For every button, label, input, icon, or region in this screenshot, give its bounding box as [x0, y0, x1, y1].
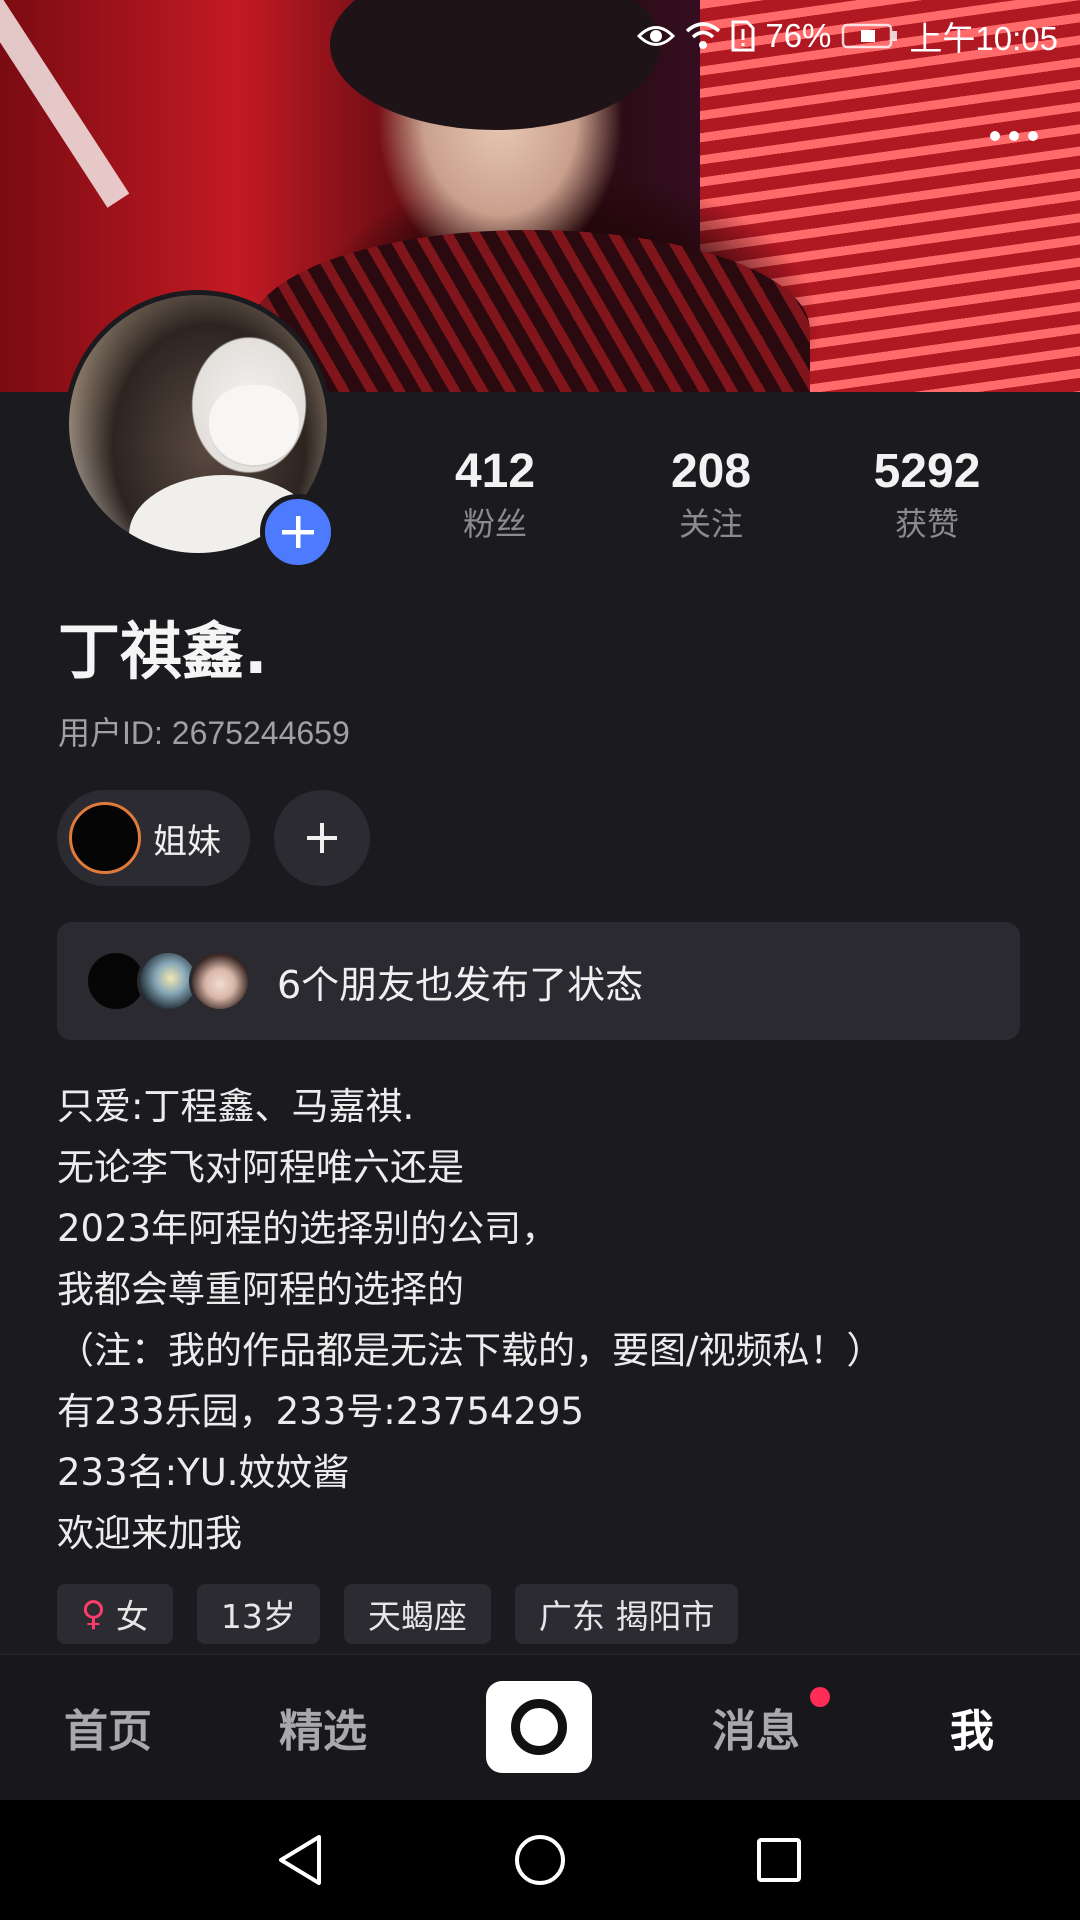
bottom-tab-bar: 首页 精选 消息 我	[0, 1654, 1080, 1800]
bio-line: 233名:YU.妏妏酱	[57, 1451, 350, 1494]
avatar-decoration	[209, 385, 299, 465]
stat-likes[interactable]: 5292 获赞	[827, 444, 1027, 544]
more-dot	[1028, 131, 1038, 141]
tab-home[interactable]: 首页	[64, 1695, 152, 1759]
stat-label: 关注	[678, 505, 743, 543]
bio-line: （注：我的作品都是无法下载的，要图/视频私！）	[57, 1329, 884, 1372]
sim-alert-icon	[731, 20, 755, 52]
back-button[interactable]	[268, 1828, 332, 1892]
camera-button[interactable]	[486, 1681, 592, 1773]
tag-label: 广东 揭阳市	[538, 1597, 715, 1636]
back-triangle-icon	[279, 1835, 321, 1885]
tab-messages[interactable]: 消息	[712, 1695, 800, 1759]
battery-percent: 76%	[765, 17, 832, 54]
bio-line: 2023年阿程的选择别的公司，	[57, 1207, 559, 1250]
add-avatar-button[interactable]	[260, 494, 336, 570]
friend-avatar	[189, 950, 251, 1012]
friends-status-text: 6个朋友也发布了状态	[277, 962, 644, 1007]
cover-decoration	[330, 0, 660, 130]
recents-square-icon	[757, 1838, 801, 1882]
profile-bio: 只爱:丁程鑫、马嘉祺. 无论李飞对阿程唯六还是 2023年阿程的选择别的公司， …	[57, 1076, 1037, 1564]
wifi-icon	[685, 21, 721, 51]
more-dot	[990, 131, 1000, 141]
stat-followers[interactable]: 412 粉丝	[395, 444, 595, 544]
bio-line: 无论李飞对阿程唯六还是	[57, 1146, 464, 1189]
female-icon: ♀	[81, 1594, 106, 1634]
relation-avatar	[69, 802, 141, 874]
stat-value: 412	[454, 445, 536, 498]
more-dot	[1009, 131, 1019, 141]
stat-label: 获赞	[894, 505, 959, 543]
stat-following[interactable]: 208 关注	[611, 444, 811, 544]
plus-icon	[282, 516, 314, 548]
battery-charging-icon	[841, 22, 899, 50]
tag-label: 天蝎座	[367, 1597, 467, 1636]
relation-chip[interactable]: 姐妹	[57, 790, 250, 886]
profile-panel: 412 粉丝 208 关注 5292 获赞 丁祺鑫. 用户ID: 2675244…	[0, 392, 1080, 1654]
bio-line: 有233乐园，233号:23754295	[57, 1390, 585, 1433]
bio-line: 我都会尊重阿程的选择的	[57, 1268, 464, 1311]
relation-label: 姐妹	[153, 821, 221, 862]
cover-decoration	[0, 0, 130, 208]
profile-name: 丁祺鑫.	[58, 615, 268, 688]
stat-value: 5292	[873, 445, 981, 498]
profile-tags: ♀ 女 13岁 天蝎座 广东 揭阳市	[57, 1584, 739, 1644]
tab-featured[interactable]: 精选	[279, 1695, 367, 1759]
tag-gender: ♀ 女	[57, 1584, 173, 1644]
more-options-button[interactable]	[976, 106, 1052, 166]
tag-zodiac: 天蝎座	[343, 1584, 491, 1644]
tag-label: 13岁	[220, 1597, 296, 1636]
recents-button[interactable]	[747, 1828, 811, 1892]
stat-label: 粉丝	[462, 505, 527, 543]
friends-status-card[interactable]: 6个朋友也发布了状态	[57, 922, 1020, 1040]
system-nav-bar	[0, 1800, 1080, 1920]
tag-location: 广东 揭阳市	[514, 1584, 739, 1644]
bio-line: 欢迎来加我	[57, 1512, 242, 1555]
bio-line: 只爱:丁程鑫、马嘉祺.	[57, 1085, 415, 1128]
notification-dot	[810, 1687, 830, 1707]
camera-icon	[511, 1699, 567, 1755]
tab-me[interactable]: 我	[950, 1695, 994, 1759]
stat-value: 208	[670, 445, 752, 498]
tag-age: 13岁	[196, 1584, 320, 1644]
user-id[interactable]: 用户ID: 2675244659	[58, 708, 350, 754]
plus-icon	[307, 823, 337, 853]
home-button[interactable]	[508, 1828, 572, 1892]
clock: 上午10:05	[909, 20, 1058, 57]
eye-icon	[637, 23, 676, 49]
status-bar: 76% 上午10:05	[637, 14, 1058, 58]
cover-decoration	[250, 230, 810, 392]
home-circle-icon	[515, 1835, 565, 1885]
add-relation-button[interactable]	[274, 790, 370, 886]
tag-label: 女	[115, 1597, 149, 1636]
